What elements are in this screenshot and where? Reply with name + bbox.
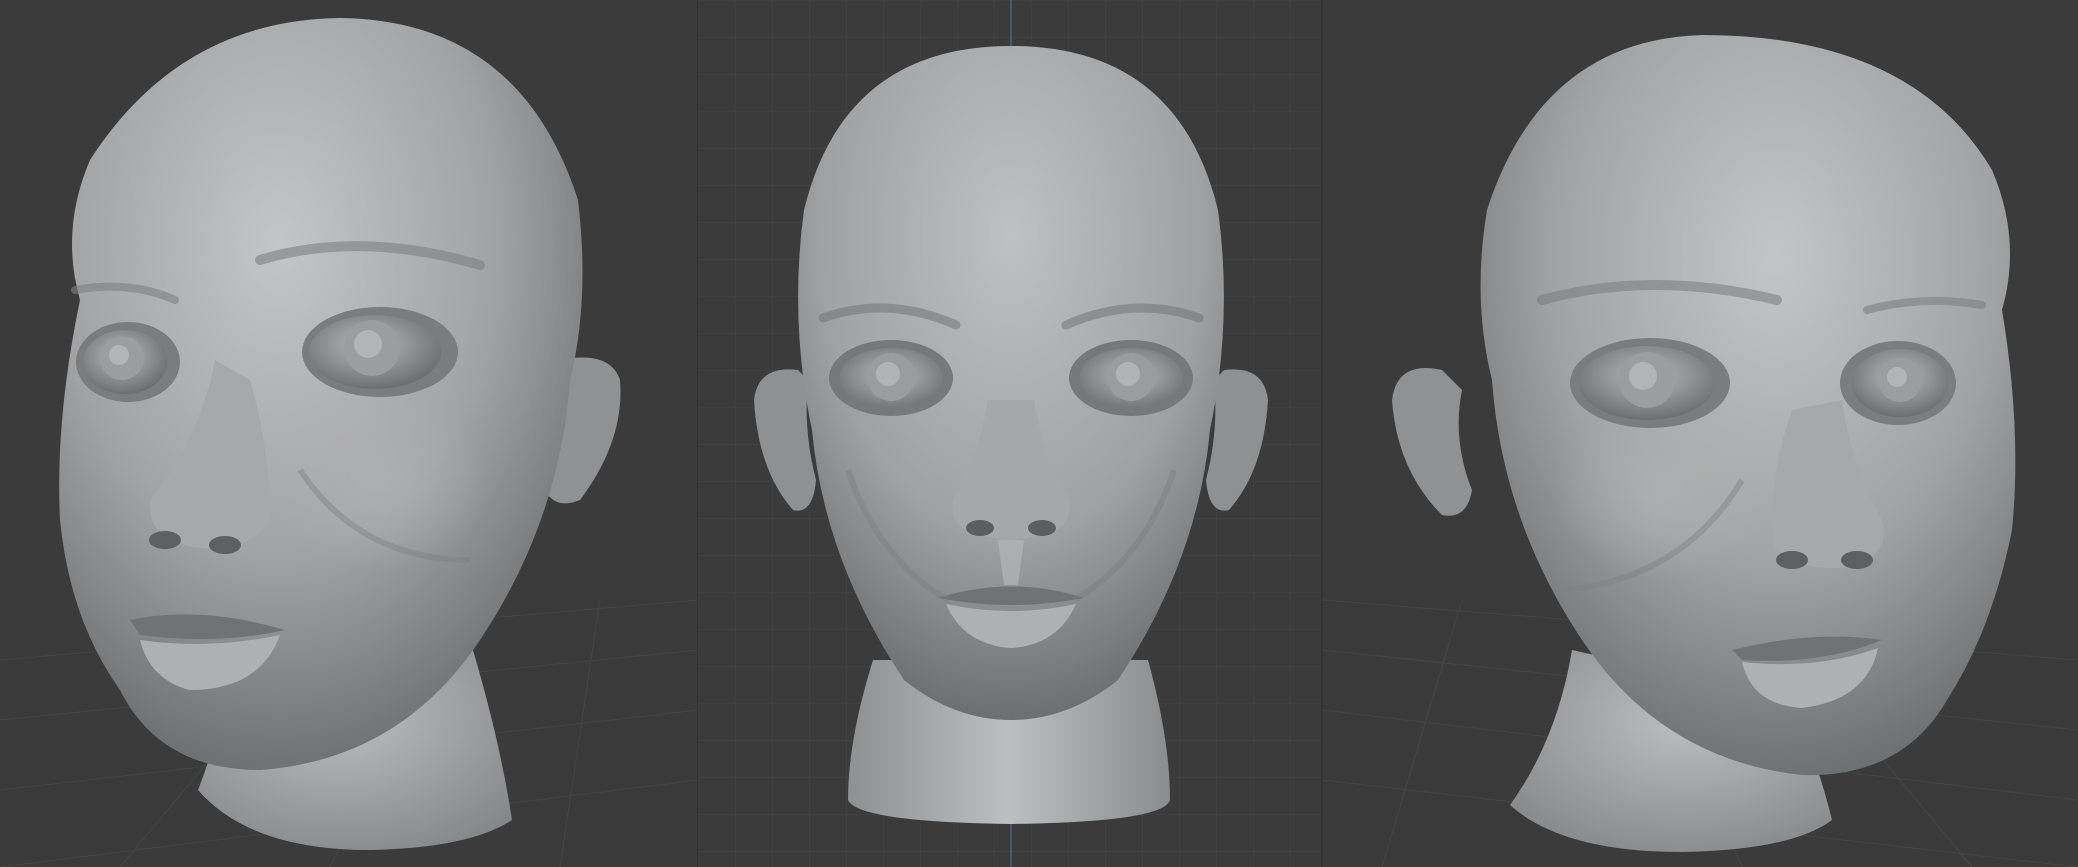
eye-right bbox=[1069, 340, 1193, 416]
viewport-front-ortho[interactable] bbox=[698, 0, 1322, 867]
eye-right bbox=[1840, 341, 1956, 425]
viewport-left-perspective[interactable] bbox=[0, 0, 698, 867]
ear-left bbox=[1392, 368, 1472, 516]
eye-left bbox=[829, 340, 953, 416]
nostril-left bbox=[149, 531, 181, 549]
viewport-left-canvas[interactable] bbox=[0, 0, 698, 867]
eye-left bbox=[76, 322, 180, 402]
nostril-left bbox=[1776, 551, 1808, 569]
viewport-front-canvas[interactable] bbox=[698, 0, 1322, 867]
nostril-right bbox=[1028, 520, 1056, 536]
viewport-right-canvas[interactable] bbox=[1322, 0, 2078, 867]
sculpt-app bbox=[0, 0, 2078, 867]
nostril-right bbox=[1841, 551, 1873, 569]
viewport-right-perspective[interactable] bbox=[1322, 0, 2078, 867]
eye-right bbox=[302, 307, 458, 397]
eye-left bbox=[1570, 338, 1730, 428]
nostril-left bbox=[966, 520, 994, 536]
nostril-right bbox=[209, 536, 241, 554]
